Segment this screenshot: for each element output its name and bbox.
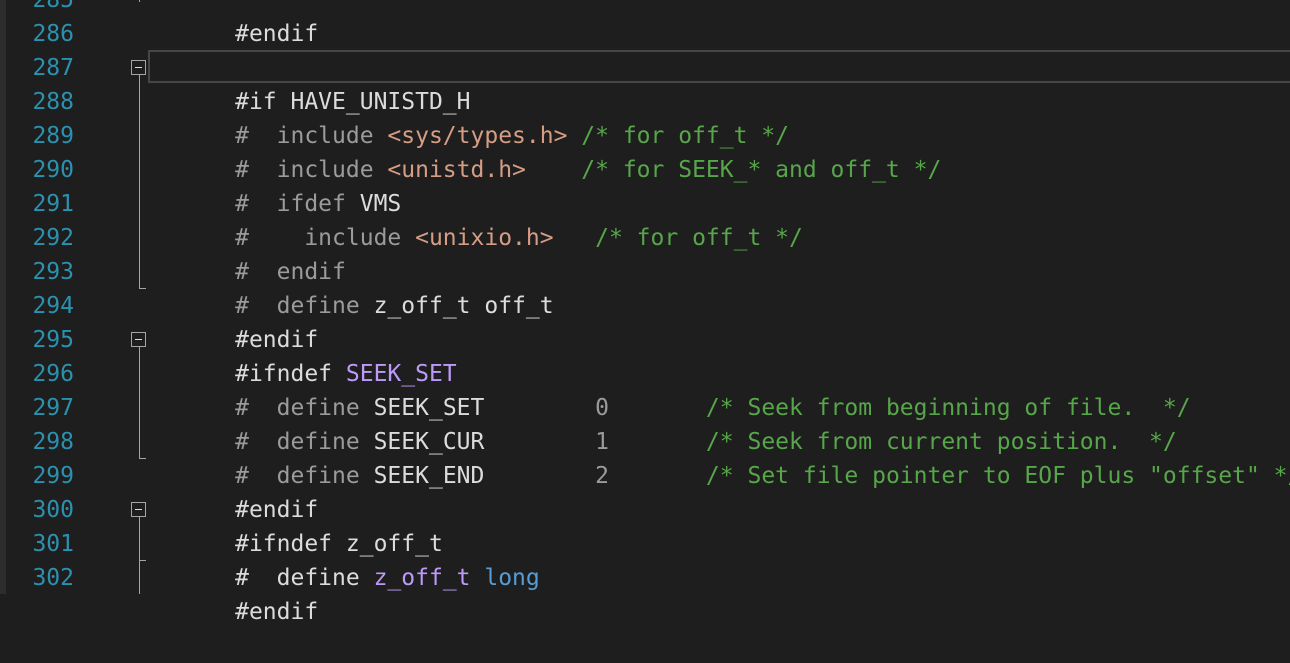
code-line[interactable]: # define z_off_t long	[152, 527, 540, 591]
line-number: 301	[32, 531, 74, 557]
line-number: 302	[32, 565, 74, 591]
code-comment: /* Set file pointer to EOF plus "offset"…	[609, 463, 1290, 489]
line-number: 298	[32, 429, 74, 455]
line-number: 290	[32, 157, 74, 183]
code-line[interactable]: # include <unistd.h> /* for SEEK_* and o…	[152, 119, 941, 183]
preprocessor-directive: #endif	[235, 21, 319, 47]
include-header: <unixio.h>	[415, 225, 554, 251]
line-number: 295	[32, 327, 74, 353]
code-line[interactable]: #endif	[152, 459, 318, 523]
code-line[interactable]: #endif	[152, 289, 318, 353]
line-number: 294	[32, 293, 74, 319]
code-line[interactable]: #if HAVE_UNISTD_H	[152, 51, 470, 115]
line-number: 299	[32, 463, 74, 489]
code-editor[interactable]: 285 286 287 288 289 290 291 292 293 294 …	[0, 0, 1290, 625]
code-line[interactable]: # include <unixio.h> /* for off_t */	[152, 187, 803, 251]
line-number: 289	[32, 123, 74, 149]
macro-name: z_off_t off_t	[373, 293, 554, 319]
line-number: 291	[32, 191, 74, 217]
macro-name: z_off_t	[373, 565, 471, 591]
code-comment: /* for SEEK_* and off_t */	[525, 157, 942, 183]
preprocessor-directive: #endif	[235, 599, 319, 625]
line-number: 300	[32, 497, 74, 523]
type-keyword: long	[470, 565, 540, 591]
macro-name: SEEK_END	[373, 463, 596, 489]
line-number: 292	[32, 225, 74, 251]
code-line[interactable]: # define SEEK_END 2 /* Set file pointer …	[152, 425, 1290, 489]
code-line[interactable]: #endif	[152, 561, 318, 625]
line-number: 287	[32, 55, 74, 81]
code-comment: /* for off_t */	[553, 225, 803, 251]
include-header: <unistd.h>	[387, 157, 526, 183]
code-line[interactable]: #ifndef z_off_t	[152, 493, 443, 557]
code-line[interactable]: # ifdef VMS	[152, 153, 401, 217]
code-line[interactable]: # define SEEK_CUR 1 /* Seek from current…	[152, 391, 1177, 455]
code-line[interactable]: # define z_off_t off_t	[152, 255, 554, 319]
macro-value: 2	[595, 463, 609, 489]
line-number: 296	[32, 361, 74, 387]
code-line[interactable]: # define SEEK_SET 0 /* Seek from beginni…	[152, 357, 1191, 421]
code-line[interactable]: #ifndef SEEK_SET	[152, 323, 457, 387]
line-number-gutter[interactable]: 285 286 287 288 289 290 291 292 293 294 …	[6, 0, 126, 594]
code-text-area[interactable]: #endif #if HAVE_UNISTD_H # include <sys/…	[126, 0, 1290, 625]
line-number: 297	[32, 395, 74, 421]
code-line[interactable]: # include <sys/types.h> /* for off_t */	[152, 85, 789, 149]
line-number: 293	[32, 259, 74, 285]
line-number: 286	[32, 21, 74, 47]
line-number: 288	[32, 89, 74, 115]
line-number: 285	[32, 0, 74, 13]
code-line[interactable]: #endif	[152, 0, 318, 47]
code-line[interactable]: # endif	[152, 221, 346, 285]
